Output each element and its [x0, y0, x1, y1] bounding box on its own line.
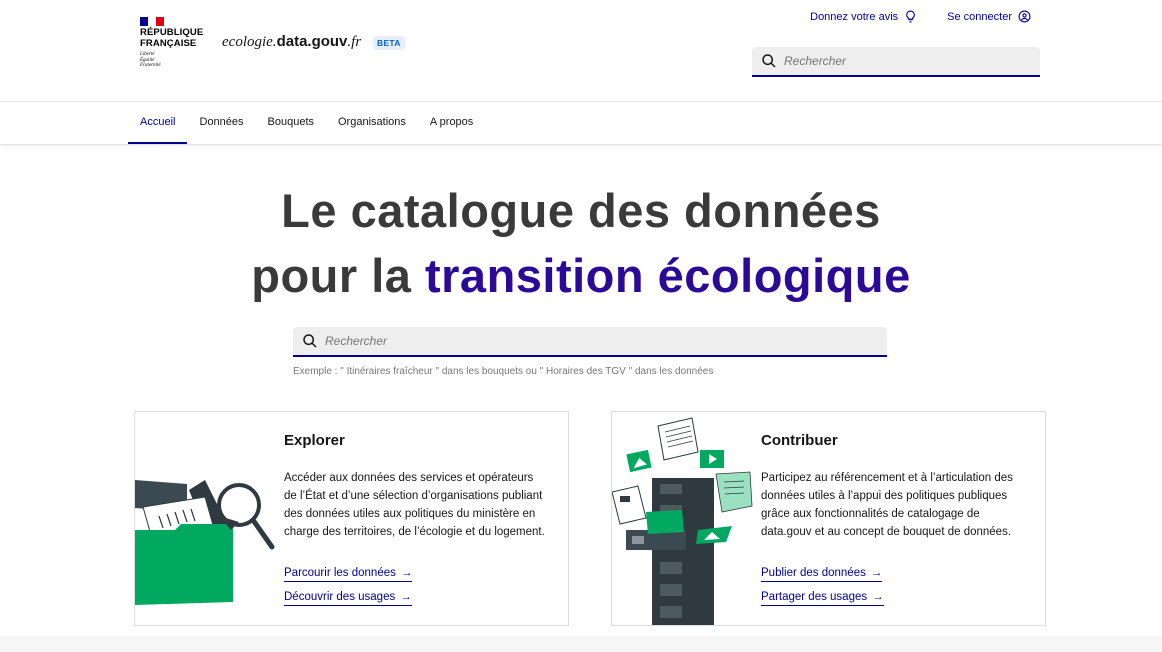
- hero-title-highlight: transition écologique: [424, 249, 911, 302]
- hero-title-line-1: Le catalogue des données: [281, 184, 881, 237]
- search-icon[interactable]: [302, 333, 318, 349]
- devise: Liberté Égalité Fraternité: [140, 52, 161, 68]
- footer-strip: [0, 636, 1162, 652]
- publish-data-label: Publier des données: [761, 567, 866, 579]
- arrow-right-icon: →: [400, 591, 412, 603]
- header-search-bar: [752, 47, 1040, 77]
- explorer-title: Explorer: [284, 432, 345, 449]
- arrow-right-icon: →: [400, 567, 413, 579]
- main-search-bar: [293, 327, 887, 357]
- discover-uses-link[interactable]: Découvrir des usages →: [284, 590, 412, 606]
- nav-item-a-propos[interactable]: A propos: [418, 102, 485, 142]
- rf-name: RÉPUBLIQUE FRANÇAISE: [140, 27, 204, 49]
- site-title-suffix: .fr: [347, 34, 362, 50]
- explorer-card: Explorer Accéder aux données des service…: [134, 411, 569, 626]
- login-label: Se connecter: [947, 10, 1012, 23]
- login-link[interactable]: Se connecter: [947, 10, 1031, 23]
- nav-item-bouquets[interactable]: Bouquets: [256, 102, 326, 142]
- share-uses-label: Partager des usages: [761, 591, 868, 603]
- hero-title-prefix: pour la: [251, 249, 425, 302]
- site-title-link[interactable]: ecologie.data.gouv.fr: [222, 33, 361, 51]
- arrow-right-icon: →: [870, 567, 883, 579]
- header-search-input[interactable]: [782, 53, 1026, 69]
- hero-title-line-2: pour la transition écologique: [0, 248, 1162, 303]
- site-title-prefix: ecologie.: [222, 34, 277, 50]
- site-title-bold: data.gouv: [276, 33, 348, 50]
- browse-data-link[interactable]: Parcourir les données →: [284, 566, 413, 582]
- site-header: RÉPUBLIQUE FRANÇAISE Liberté Égalité Fra…: [0, 0, 1162, 102]
- user-icon: [1018, 10, 1031, 23]
- browse-data-label: Parcourir les données: [284, 567, 396, 579]
- beta-badge: BETA: [373, 36, 405, 50]
- tool-links: Donnez votre avis Se connecter: [810, 10, 1031, 23]
- republique-francaise-logo[interactable]: RÉPUBLIQUE FRANÇAISE Liberté Égalité Fra…: [140, 17, 203, 69]
- contribute-title: Contribuer: [761, 432, 838, 449]
- share-uses-link[interactable]: Partager des usages →: [761, 590, 884, 606]
- contribute-illustration: [612, 417, 753, 625]
- explorer-text: Accéder aux données des services et opér…: [284, 472, 545, 538]
- feedback-link[interactable]: Donnez votre avis: [810, 10, 917, 23]
- main-search-input[interactable]: [323, 333, 867, 349]
- main-navigation: Accueil Données Bouquets Organisations A…: [0, 102, 1162, 145]
- arrow-right-icon: →: [872, 591, 884, 603]
- contribute-card: Contribuer Participez au référencement e…: [611, 411, 1046, 626]
- discover-uses-label: Découvrir des usages: [284, 591, 396, 603]
- nav-item-organisations[interactable]: Organisations: [326, 102, 418, 142]
- explorer-illustration: [135, 480, 275, 605]
- nav-item-accueil[interactable]: Accueil: [128, 102, 188, 144]
- lightbulb-icon: [906, 10, 915, 23]
- publish-data-link[interactable]: Publier des données →: [761, 566, 883, 582]
- nav-item-donnees[interactable]: Données: [187, 102, 255, 142]
- feedback-label: Donnez votre avis: [810, 10, 899, 23]
- search-icon[interactable]: [761, 53, 777, 69]
- contribute-text: Participez au référencement et à l’artic…: [761, 472, 1013, 538]
- flag-icon: [140, 17, 164, 26]
- search-example-hint: Exemple : " Itinéraires fraîcheur " dans…: [293, 366, 714, 377]
